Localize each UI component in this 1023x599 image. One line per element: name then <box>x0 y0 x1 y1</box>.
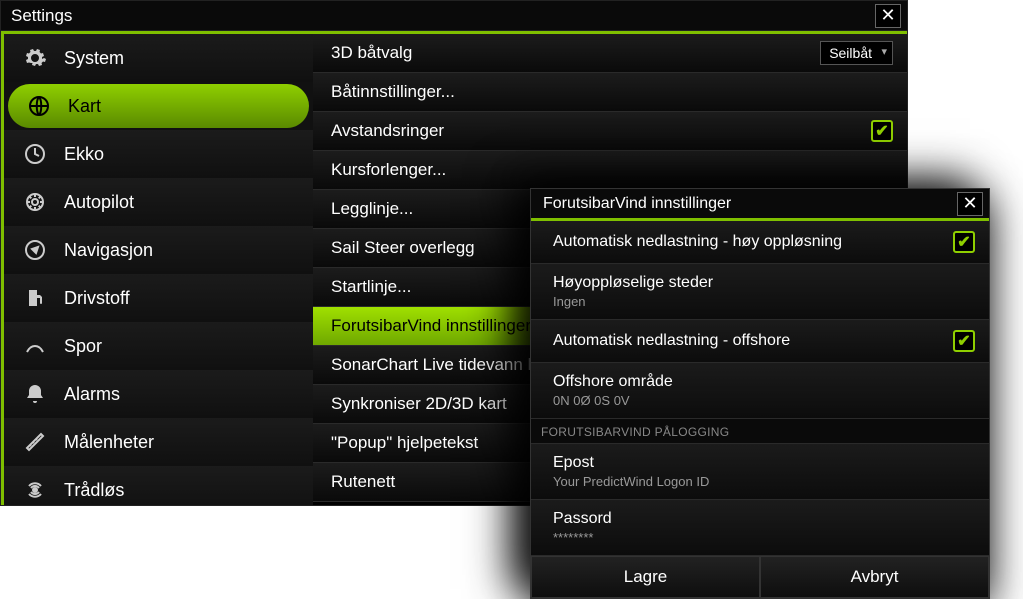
row-label: Passord <box>553 510 612 528</box>
row-value: ******** <box>553 530 612 545</box>
row-offshore-area[interactable]: Offshore område 0N 0Ø 0S 0V <box>531 363 989 419</box>
sonar-icon <box>22 141 48 167</box>
sidebar-item-kart[interactable]: Kart <box>8 84 309 128</box>
fuel-icon <box>22 285 48 311</box>
row-label: Båtinnstillinger... <box>331 82 455 102</box>
row-epost[interactable]: Epost Your PredictWind Logon ID <box>531 444 989 500</box>
row-label: ForutsibarVind innstillinger <box>331 316 531 336</box>
row-auto-offshore[interactable]: Automatisk nedlastning - offshore <box>531 320 989 363</box>
row-avstandsringer[interactable]: Avstandsringer <box>313 112 907 151</box>
row-label: Høyoppløselige steder <box>553 274 713 292</box>
boat-select[interactable]: Seilbåt <box>820 41 893 65</box>
row-auto-highres[interactable]: Automatisk nedlastning - høy oppløsning <box>531 221 989 264</box>
modal-button-row: Lagre Avbryt <box>531 556 989 598</box>
close-icon: ✕ <box>880 5 895 26</box>
select-value: Seilbåt <box>829 45 872 61</box>
auto-highres-checkbox[interactable] <box>953 231 975 253</box>
row-label: Sail Steer overlegg <box>331 238 475 258</box>
sidebar-item-label: Målenheter <box>64 432 154 453</box>
sidebar-item-label: Ekko <box>64 144 104 165</box>
close-icon: ✕ <box>962 193 977 214</box>
row-value: 0N 0Ø 0S 0V <box>553 393 673 408</box>
track-icon <box>22 333 48 359</box>
settings-title: Settings <box>11 6 72 26</box>
sidebar-item-tradlos[interactable]: Trådløs <box>4 466 313 505</box>
sidebar-item-label: Spor <box>64 336 102 357</box>
row-label: 3D båtvalg <box>331 43 412 63</box>
cancel-button[interactable]: Avbryt <box>760 556 989 598</box>
modal-close-button[interactable]: ✕ <box>957 192 983 216</box>
sidebar-item-system[interactable]: System <box>4 34 313 82</box>
section-header-login: FORUTSIBARVIND PÅLOGGING <box>531 419 989 444</box>
row-label: Automatisk nedlastning - høy oppløsning <box>553 233 842 251</box>
row-value: Ingen <box>553 294 713 309</box>
sidebar-item-alarms[interactable]: Alarms <box>4 370 313 418</box>
modal-body: Automatisk nedlastning - høy oppløsning … <box>531 221 989 598</box>
sidebar-item-ekko[interactable]: Ekko <box>4 130 313 178</box>
row-label: Automatisk nedlastning - offshore <box>553 332 790 350</box>
auto-offshore-checkbox[interactable] <box>953 330 975 352</box>
sidebar-item-label: System <box>64 48 124 69</box>
close-button[interactable]: ✕ <box>875 4 901 28</box>
row-label: Epost <box>553 454 709 472</box>
row-label: Legglinje... <box>331 199 413 219</box>
helm-icon <box>22 189 48 215</box>
row-passord[interactable]: Passord ******** <box>531 500 989 556</box>
row-batinnstillinger[interactable]: Båtinnstillinger... <box>313 73 907 112</box>
predictwind-modal: ForutsibarVind innstillinger ✕ Automatis… <box>530 188 990 599</box>
avstandsringer-checkbox[interactable] <box>871 120 893 142</box>
gear-icon <box>22 45 48 71</box>
compass-icon <box>22 237 48 263</box>
row-label: Kursforlenger... <box>331 160 446 180</box>
sidebar-item-autopilot[interactable]: Autopilot <box>4 178 313 226</box>
row-value: Your PredictWind Logon ID <box>553 474 709 489</box>
settings-sidebar: System Kart Ekko Autopilot <box>1 34 313 505</box>
row-label: "Popup" hjelpetekst <box>331 433 478 453</box>
save-button[interactable]: Lagre <box>531 556 760 598</box>
sidebar-item-malenheter[interactable]: Målenheter <box>4 418 313 466</box>
row-label: Offshore område <box>553 373 673 391</box>
row-label: Avstandsringer <box>331 121 444 141</box>
row-label: Rutenett <box>331 472 395 492</box>
bell-icon <box>22 381 48 407</box>
modal-title: ForutsibarVind innstillinger <box>543 195 731 213</box>
globe-icon <box>26 93 52 119</box>
row-kursforlenger[interactable]: Kursforlenger... <box>313 151 907 190</box>
sidebar-item-navigasjon[interactable]: Navigasjon <box>4 226 313 274</box>
settings-titlebar: Settings ✕ <box>1 1 907 31</box>
sidebar-item-label: Autopilot <box>64 192 134 213</box>
row-label: SonarChart Live tidevann ko <box>331 355 546 375</box>
row-label: Startlinje... <box>331 277 411 297</box>
sidebar-item-drivstoff[interactable]: Drivstoff <box>4 274 313 322</box>
sidebar-item-label: Navigasjon <box>64 240 153 261</box>
modal-titlebar: ForutsibarVind innstillinger ✕ <box>531 189 989 221</box>
ruler-icon <box>22 429 48 455</box>
sidebar-item-spor[interactable]: Spor <box>4 322 313 370</box>
row-label: Synkroniser 2D/3D kart <box>331 394 507 414</box>
sidebar-item-label: Drivstoff <box>64 288 130 309</box>
sidebar-item-label: Alarms <box>64 384 120 405</box>
sidebar-item-label: Kart <box>68 96 101 117</box>
row-3d-batvalg[interactable]: 3D båtvalg Seilbåt <box>313 34 907 73</box>
sidebar-item-label: Trådløs <box>64 480 124 501</box>
row-highres-places[interactable]: Høyoppløselige steder Ingen <box>531 264 989 320</box>
wireless-icon <box>22 477 48 503</box>
